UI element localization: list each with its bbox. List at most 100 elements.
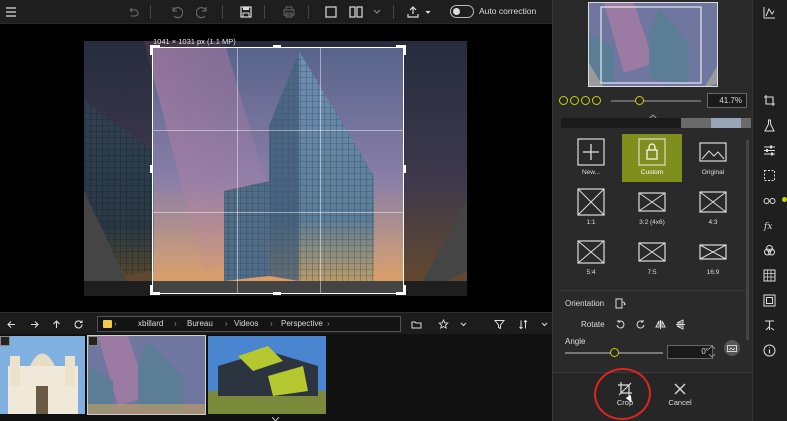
ratio-7-5[interactable]: 7:5 [622,234,682,282]
flip-vertical-icon[interactable] [674,318,686,330]
zoom-slider-track[interactable] [611,100,701,102]
path-bar[interactable]: › xbillard › Bureau › Videos › Perspecti… [97,316,401,332]
crop-handle-right[interactable] [403,165,406,173]
zoom-row: 41.7% [559,93,749,109]
crop-handle-left[interactable] [150,165,153,173]
orientation-icon[interactable] [614,297,626,309]
sort-icon[interactable] [516,317,530,331]
crumb-1[interactable]: Bureau [187,319,213,328]
adjustments-icon[interactable] [761,142,777,158]
share-dropdown-icon[interactable] [419,3,437,21]
chevron-down-icon[interactable] [368,3,386,21]
tool-sidebar: fx [752,0,787,421]
flask-icon[interactable] [761,117,777,133]
forward-icon[interactable] [27,317,41,331]
zoom-out-icon[interactable] [559,96,568,105]
chevron-down-icon[interactable] [456,317,470,331]
angle-slider-knob[interactable] [610,348,619,357]
zoom-in-icon[interactable] [570,96,579,105]
compare-view-icon[interactable] [347,3,365,21]
zoom-slider-knob[interactable] [635,96,644,105]
redo-icon[interactable] [194,3,212,21]
undo-all-icon[interactable] [124,3,142,21]
cancel-label: Cancel [668,398,692,407]
thumbnail[interactable] [0,336,85,414]
auto-correction-toggle[interactable] [450,5,474,18]
crop-handle-tl-v[interactable] [150,45,153,55]
angle-label: Angle [565,337,586,346]
angle-spinner[interactable] [708,344,716,359]
angle-input[interactable]: 0° [667,345,713,359]
crop-dimensions: 1041 × 1031 px (1.1 MP) [153,37,236,46]
crop-tool-icon[interactable] [761,92,777,108]
svg-text:fx: fx [763,222,772,232]
histogram-icon[interactable] [761,4,777,20]
back-icon[interactable] [4,317,18,331]
filmstrip [0,334,552,421]
image-strip [561,118,751,128]
filmstrip-collapse-icon[interactable] [271,414,280,421]
zoom-actual-icon[interactable] [592,96,601,105]
right-panel: 41.7% New... Custom Original 1:1 3:2 (4x… [552,0,753,421]
navigator-preview[interactable] [588,2,718,87]
straighten-tool-icon[interactable] [724,340,740,356]
color-icon[interactable] [761,242,777,258]
print-icon[interactable] [280,3,298,21]
cancel-button[interactable]: Cancel [660,381,700,407]
crop-actions: Crop Cancel [553,372,753,421]
zoom-input[interactable]: 41.7% [707,93,747,108]
thumbnail-selected[interactable] [87,335,206,415]
crop-handle-bottom[interactable] [273,292,281,295]
browser-bar: › xbillard › Bureau › Videos › Perspecti… [0,312,552,334]
text-tool-icon[interactable] [761,317,777,333]
star-icon[interactable] [436,317,450,331]
menu-icon[interactable] [2,3,20,21]
save-icon[interactable] [237,3,255,21]
crumb-2[interactable]: Videos [234,319,258,328]
effects-fx-icon[interactable]: fx [761,217,777,233]
zoom-fit-icon[interactable] [581,96,590,105]
edited-badge-icon [0,336,10,346]
rotate-left-icon[interactable] [614,318,626,330]
ratio-3-2[interactable]: 3:2 (4x6) [622,184,682,232]
ratio-1-1[interactable]: 1:1 [561,184,621,232]
ratio-new[interactable]: New... [561,134,621,182]
info-icon[interactable] [761,342,777,358]
active-indicator [782,197,787,202]
panel-scrollbar[interactable] [746,140,749,340]
up-icon[interactable] [49,317,63,331]
flip-horizontal-icon[interactable] [654,318,666,330]
ratio-5-4[interactable]: 5:4 [561,234,621,282]
auto-correction-label: Auto correction [479,6,537,16]
image-canvas[interactable]: 1041 × 1031 px (1.1 MP) [0,25,552,312]
texture-icon[interactable] [761,267,777,283]
rotate-right-icon[interactable] [634,318,646,330]
close-icon [674,383,686,395]
open-folder-icon[interactable] [409,317,423,331]
thumbnail[interactable] [208,336,326,414]
orientation-label: Orientation [565,299,605,308]
crop-handle-br-v[interactable] [403,285,406,295]
rotate-label: Rotate [581,320,605,329]
frame-icon[interactable] [761,292,777,308]
crop-handle-bl-v[interactable] [150,285,153,295]
ratio-16-9[interactable]: 16:9 [683,234,743,282]
ratio-custom[interactable]: Custom [622,134,682,182]
panel-collapse-icon[interactable] [648,111,658,120]
single-view-icon[interactable] [322,3,340,21]
ratio-original[interactable]: Original [683,134,743,182]
crumb-3[interactable]: Perspective [281,319,323,328]
crumb-0[interactable]: xbillard [138,319,163,328]
ratio-4-3[interactable]: 4:3 [683,184,743,232]
red-eye-icon[interactable] [761,192,777,208]
chevron-down-icon[interactable] [537,317,551,331]
undo-icon[interactable] [167,3,185,21]
refresh-icon[interactable] [71,317,85,331]
filter-icon[interactable] [492,317,506,331]
crop-handle-top[interactable] [273,45,281,48]
selection-icon[interactable] [761,167,777,183]
edited-badge-icon [88,336,98,346]
crop-handle-tr-v[interactable] [403,45,406,55]
crop-frame[interactable] [152,47,404,294]
top-toolbar: Auto correction [0,0,552,24]
